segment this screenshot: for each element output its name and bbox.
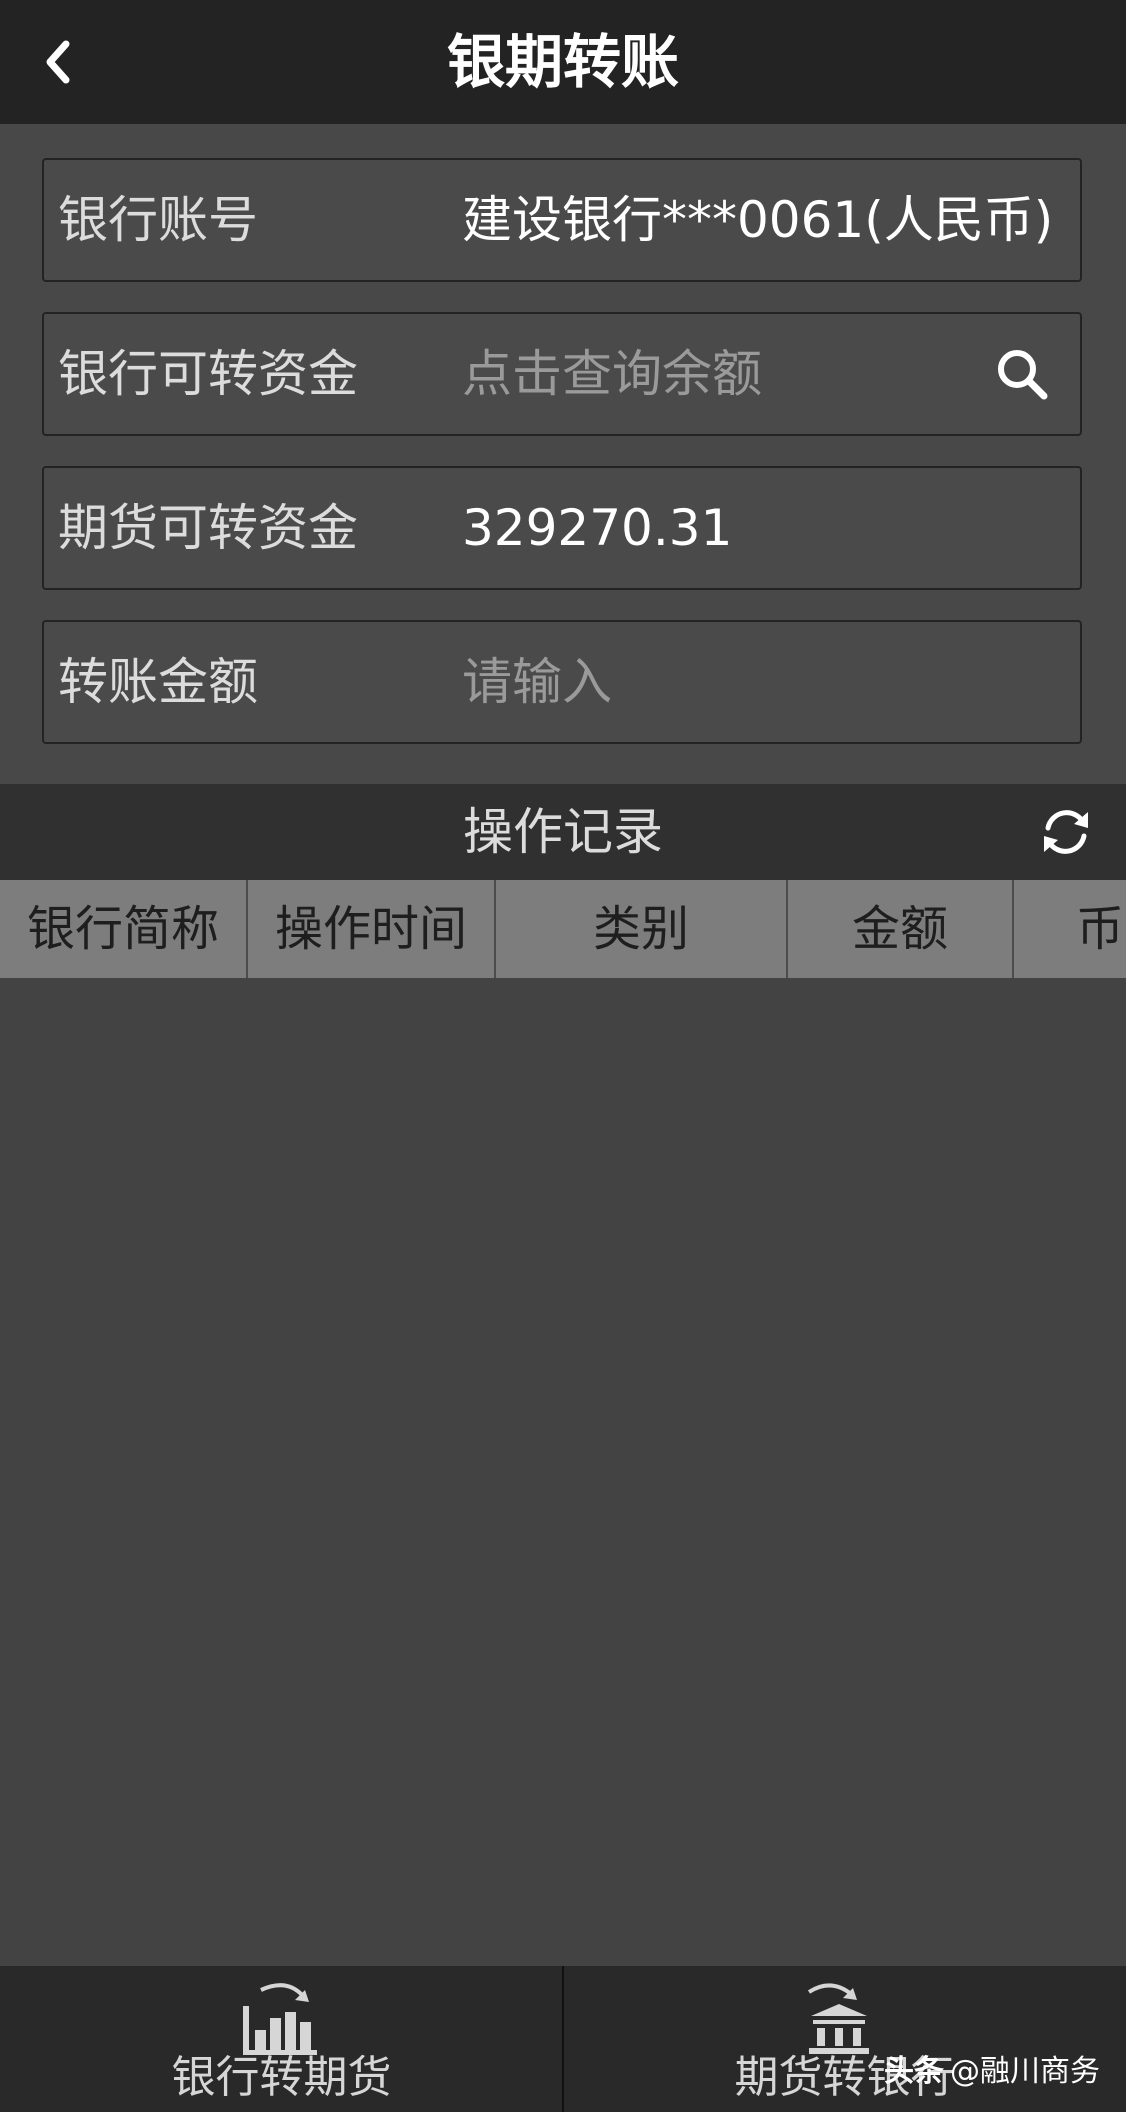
bank-account-label: 银行账号 (58, 191, 258, 249)
query-balance-placeholder[interactable]: 点击查询余额 (462, 314, 762, 434)
bank-account-value: 建设银行***0061(人民币) (462, 191, 1054, 249)
watermark-brand: 头条 (884, 2054, 944, 2089)
bank-transferable-field[interactable]: 银行可转资金 点击查询余额 (42, 312, 1082, 436)
column-header-currency[interactable]: 币 (1014, 880, 1126, 978)
futures-transferable-value: 329270.31 (462, 499, 733, 557)
column-header-bank-name[interactable]: 银行简称 (0, 880, 248, 978)
column-header-operation-time[interactable]: 操作时间 (248, 880, 496, 978)
records-bar: 操作记录 (0, 784, 1126, 880)
bank-transferable-label: 银行可转资金 (58, 345, 358, 403)
futures-transferable-field: 期货可转资金 329270.31 (42, 466, 1082, 590)
records-table-body[interactable] (0, 978, 1126, 1966)
search-icon (998, 350, 1048, 400)
refresh-icon (1044, 810, 1088, 854)
transfer-amount-input[interactable] (462, 622, 1062, 742)
records-title: 操作记录 (463, 803, 663, 861)
transfer-amount-label: 转账金额 (58, 653, 258, 711)
column-header-category[interactable]: 类别 (496, 880, 788, 978)
tab-bank-to-futures[interactable]: 银行转期货 (0, 1966, 563, 2112)
page-title: 银期转账 (446, 28, 679, 96)
header-bar: 银期转账 (0, 0, 1126, 124)
tab-bank-to-futures-label: 银行转期货 (171, 2052, 392, 2103)
transfer-amount-field[interactable]: 转账金额 (42, 620, 1082, 744)
futures-transferable-label: 期货可转资金 (58, 499, 358, 557)
column-header-amount[interactable]: 金额 (788, 880, 1014, 978)
bank-account-field[interactable]: 银行账号 建设银行***0061(人民币) (42, 158, 1082, 282)
bank-to-futures-icon (243, 1983, 317, 2055)
tab-futures-to-bank[interactable]: 期货转银行 (563, 1966, 1126, 2112)
records-table-header: 银行简称 操作时间 类别 金额 币 (0, 880, 1126, 978)
bottom-tab-bar: 银行转期货 期货转银行 (0, 1966, 1126, 2112)
query-balance-button[interactable] (992, 344, 1052, 404)
transfer-form: 银行账号 建设银行***0061(人民币) 银行可转资金 点击查询余额 期货可转… (0, 124, 1126, 784)
watermark: 头条 @融川商务 (884, 2046, 1100, 2090)
refresh-button[interactable] (1038, 804, 1094, 860)
watermark-handle: @融川商务 (950, 2054, 1100, 2089)
futures-to-bank-icon (807, 1983, 869, 2054)
